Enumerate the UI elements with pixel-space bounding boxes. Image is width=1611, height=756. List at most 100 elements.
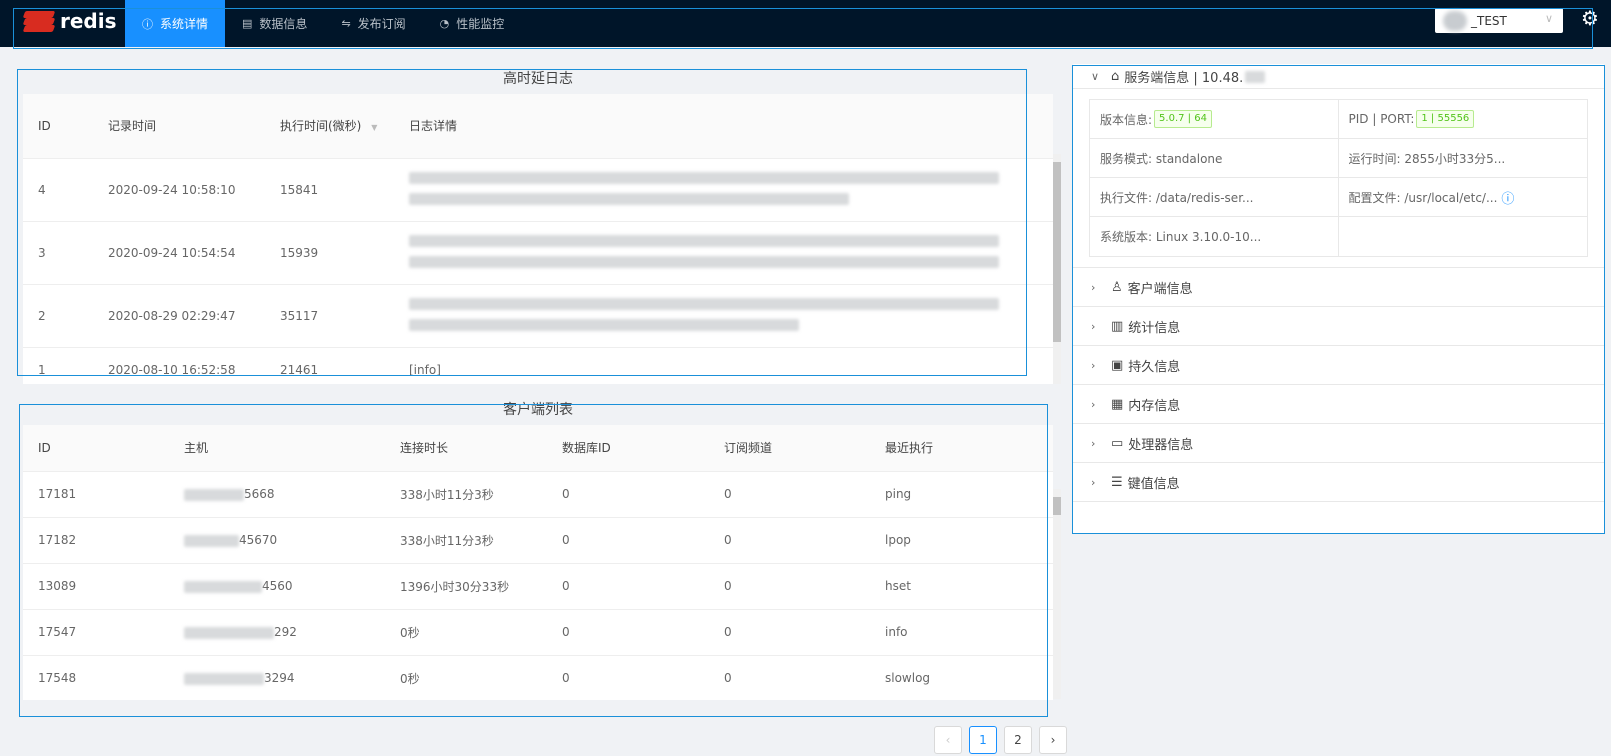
- logo-text: redis: [60, 9, 117, 33]
- section-label: 客户端信息: [1127, 281, 1193, 297]
- clients-title: 客户端列表: [23, 395, 1053, 425]
- slowlog-scrollbar[interactable]: [1053, 154, 1061, 384]
- cell-id: 4: [38, 182, 46, 197]
- environment-select[interactable]: _TEST ∨: [1435, 8, 1563, 33]
- info-circle-icon[interactable]: ⓘ: [1501, 188, 1514, 207]
- cell-db: 0: [562, 625, 570, 639]
- table-row: 13089 4560 1396小时30分33秒 0 0 hset: [23, 563, 1053, 609]
- section-label: 内存信息: [1128, 398, 1181, 414]
- os-version-cell: 系统版本: Linux 3.10.0-10...: [1090, 217, 1339, 256]
- host-suffix: 292: [274, 625, 297, 639]
- col-exec-time[interactable]: 执行时间(微秒) ▼: [280, 94, 409, 158]
- version-cell: 版本信息: 5.0.7 | 64: [1090, 100, 1339, 139]
- nav-label: 系统详情: [160, 17, 209, 31]
- version-tag: 5.0.7 | 64: [1154, 110, 1212, 128]
- sort-icon[interactable]: ▼: [371, 123, 377, 132]
- section-keyspace-info[interactable]: › ☰ 键值信息: [1073, 463, 1604, 502]
- section-label: 键值信息: [1127, 476, 1180, 492]
- pid-port-label: PID | PORT:: [1348, 112, 1415, 126]
- cell-duration: 338小时11分3秒: [400, 533, 494, 548]
- slowlog-title: 高时延日志: [23, 64, 1053, 94]
- section-cpu-info[interactable]: › ▭ 处理器信息: [1073, 424, 1604, 463]
- mode-cell: 服务模式: standalone: [1090, 139, 1339, 178]
- host-suffix: 3294: [264, 671, 295, 686]
- exec-file-cell: 执行文件: /data/redis-ser...: [1090, 178, 1339, 217]
- chevron-right-icon: ›: [1091, 436, 1096, 450]
- section-label: 处理器信息: [1128, 437, 1194, 453]
- cell-cmd: info: [885, 625, 908, 639]
- table-row: 1 2020-08-10 16:52:58 21461 [info]: [23, 347, 1053, 392]
- col-id: ID: [23, 94, 108, 158]
- cell-duration: 0秒: [400, 625, 420, 640]
- table-row: 3 2020-09-24 10:54:54 15939: [23, 221, 1053, 284]
- uptime-cell: 运行时间: 2855小时33分5...: [1338, 139, 1587, 178]
- scrollbar-thumb[interactable]: [1053, 497, 1061, 515]
- cell-host: 292: [184, 609, 400, 655]
- cell-sub: 0: [724, 579, 732, 593]
- cell-id: 17547: [38, 625, 77, 639]
- cell-exec: 21461: [280, 362, 319, 377]
- empty-cell: [1339, 217, 1588, 256]
- section-client-info[interactable]: › ♙ 客户端信息: [1073, 268, 1604, 307]
- laptop-icon: ▭: [1111, 435, 1124, 451]
- clients-scrollbar[interactable]: [1053, 489, 1061, 699]
- host-suffix: 4560: [262, 579, 293, 593]
- section-memory-info[interactable]: › ▦ 内存信息: [1073, 385, 1604, 424]
- cell-sub: 0: [724, 671, 732, 686]
- table-icon: ▦: [1111, 396, 1124, 412]
- swap-icon: ⇋: [341, 17, 351, 30]
- col-exec-time-label: 执行时间(微秒): [280, 119, 362, 134]
- environment-value: _TEST: [1471, 13, 1507, 28]
- cell-detail-redacted: [409, 221, 1053, 284]
- cell-duration: 338小时11分3秒: [400, 487, 494, 502]
- chevron-right-icon: ›: [1091, 358, 1096, 372]
- cell-time: 2020-09-24 10:58:10: [108, 182, 236, 197]
- table-row: 17182 45670 338小时11分3秒 0 0 lpop: [23, 517, 1053, 563]
- cell-exec: 15841: [280, 182, 319, 197]
- nav-data-info[interactable]: ▤ 数据信息: [225, 0, 324, 47]
- cell-host: 3294: [184, 655, 400, 701]
- clients-panel: 客户端列表 ID 主机 连接时长 数据库ID 订阅频道 最近执行 17181 5…: [23, 395, 1061, 701]
- page-2-button[interactable]: 2: [1004, 726, 1032, 754]
- table-row: 17548 3294 0秒 0 0 slowlog: [23, 655, 1053, 701]
- prev-page-button[interactable]: ‹: [934, 726, 962, 754]
- cell-cmd: ping: [885, 487, 912, 501]
- cell-id: 17181: [38, 487, 77, 501]
- server-info-grid: 版本信息: 5.0.7 | 64 PID | PORT: 1 | 55556 服…: [1089, 99, 1588, 257]
- nav-pubsub[interactable]: ⇋ 发布订阅: [324, 0, 422, 47]
- chevron-right-icon: ›: [1091, 319, 1096, 333]
- home-icon: ⌂: [1111, 69, 1120, 84]
- col-id: ID: [23, 425, 184, 471]
- server-info-header[interactable]: ∨ ⌂ 服务端信息 | 10.48.: [1073, 65, 1604, 88]
- cell-sub: 0: [724, 487, 732, 501]
- section-label: 持久信息: [1128, 359, 1181, 375]
- clients-table: ID 主机 连接时长 数据库ID 订阅频道 最近执行 17181 5668 33…: [23, 425, 1053, 701]
- settings-gear-icon[interactable]: ⚙: [1581, 6, 1599, 30]
- cell-detail-redacted: [409, 284, 1053, 347]
- database-icon: ▤: [242, 17, 253, 30]
- page-1-button[interactable]: 1: [969, 726, 997, 754]
- table-row: 17181 5668 338小时11分3秒 0 0 ping: [23, 471, 1053, 517]
- chevron-right-icon: ›: [1091, 280, 1096, 294]
- section-stats-info[interactable]: › ▥ 统计信息: [1073, 307, 1604, 346]
- host-suffix: 45670: [239, 533, 278, 547]
- next-page-button[interactable]: ›: [1039, 726, 1067, 754]
- section-persistence-info[interactable]: › ▣ 持久信息: [1073, 346, 1604, 385]
- table-row: 2 2020-08-29 02:29:47 35117: [23, 284, 1053, 347]
- redacted-ip: [1245, 70, 1266, 83]
- nav-system-details[interactable]: ⓘ 系统详情: [125, 0, 226, 47]
- table-row: 17547 292 0秒 0 0 info: [23, 609, 1053, 655]
- scrollbar-thumb[interactable]: [1053, 162, 1061, 342]
- cell-sub: 0: [724, 625, 732, 639]
- chevron-right-icon: ›: [1091, 475, 1096, 489]
- nav-performance[interactable]: ◔ 性能监控: [423, 0, 522, 47]
- cell-detail-redacted: [409, 158, 1053, 221]
- redis-logo[interactable]: redis: [22, 6, 117, 36]
- cell-id: 2: [38, 308, 46, 323]
- cell-time: 2020-08-10 16:52:58: [108, 362, 236, 377]
- col-record-time: 记录时间: [108, 94, 280, 158]
- version-label: 版本信息:: [1100, 112, 1153, 127]
- server-info-sidebar: ∨ ⌂ 服务端信息 | 10.48. 版本信息: 5.0.7 | 64 PID …: [1073, 64, 1604, 534]
- info-circle-icon: ⓘ: [142, 17, 153, 31]
- slowlog-table: ID 记录时间 执行时间(微秒) ▼ 日志详情 4 2020-09-24 10:…: [23, 94, 1053, 392]
